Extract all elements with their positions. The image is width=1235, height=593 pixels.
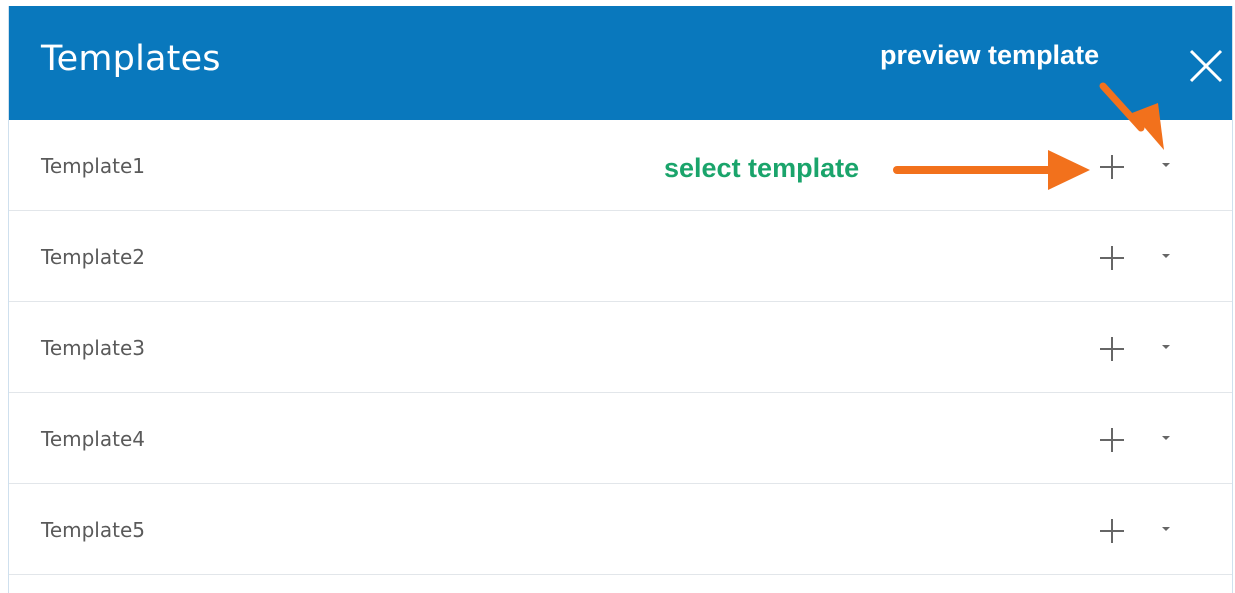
template-label: Template2 bbox=[41, 245, 145, 269]
dialog-title: Templates bbox=[41, 39, 221, 79]
select-template-button[interactable] bbox=[1098, 335, 1126, 363]
preview-template-button[interactable] bbox=[1157, 340, 1175, 354]
template-label: Template5 bbox=[41, 518, 145, 542]
caret-down-icon bbox=[1162, 345, 1170, 349]
close-button[interactable] bbox=[1186, 46, 1226, 86]
annotation-select-template: select template bbox=[664, 153, 860, 183]
plus-icon bbox=[1100, 246, 1124, 270]
template-label: Template1 bbox=[41, 154, 145, 178]
select-template-button[interactable] bbox=[1098, 426, 1126, 454]
preview-template-button[interactable] bbox=[1157, 249, 1175, 263]
caret-down-icon bbox=[1162, 163, 1170, 167]
template-label: Template3 bbox=[41, 336, 145, 360]
annotation-preview-template: preview template bbox=[880, 40, 1100, 70]
template-row-2[interactable]: Template2 bbox=[9, 211, 1232, 302]
preview-template-button[interactable] bbox=[1157, 431, 1175, 445]
template-row-3[interactable]: Template3 bbox=[9, 302, 1232, 393]
templates-dialog: Templates Template1 Template2 Template3 … bbox=[8, 6, 1233, 593]
template-row-5[interactable]: Template5 bbox=[9, 484, 1232, 575]
plus-icon bbox=[1100, 519, 1124, 543]
template-row-4[interactable]: Template4 bbox=[9, 393, 1232, 484]
select-template-button[interactable] bbox=[1098, 153, 1126, 181]
select-template-button[interactable] bbox=[1098, 517, 1126, 545]
select-template-button[interactable] bbox=[1098, 244, 1126, 272]
caret-down-icon bbox=[1162, 527, 1170, 531]
preview-template-button[interactable] bbox=[1157, 522, 1175, 536]
caret-down-icon bbox=[1162, 254, 1170, 258]
preview-template-button[interactable] bbox=[1157, 158, 1175, 172]
template-row-1[interactable]: Template1 bbox=[9, 120, 1232, 211]
caret-down-icon bbox=[1162, 436, 1170, 440]
plus-icon bbox=[1100, 337, 1124, 361]
template-label: Template4 bbox=[41, 427, 145, 451]
plus-icon bbox=[1100, 155, 1124, 179]
plus-icon bbox=[1100, 428, 1124, 452]
template-list: Template1 Template2 Template3 Template4 … bbox=[9, 120, 1232, 575]
close-icon bbox=[1189, 49, 1223, 83]
